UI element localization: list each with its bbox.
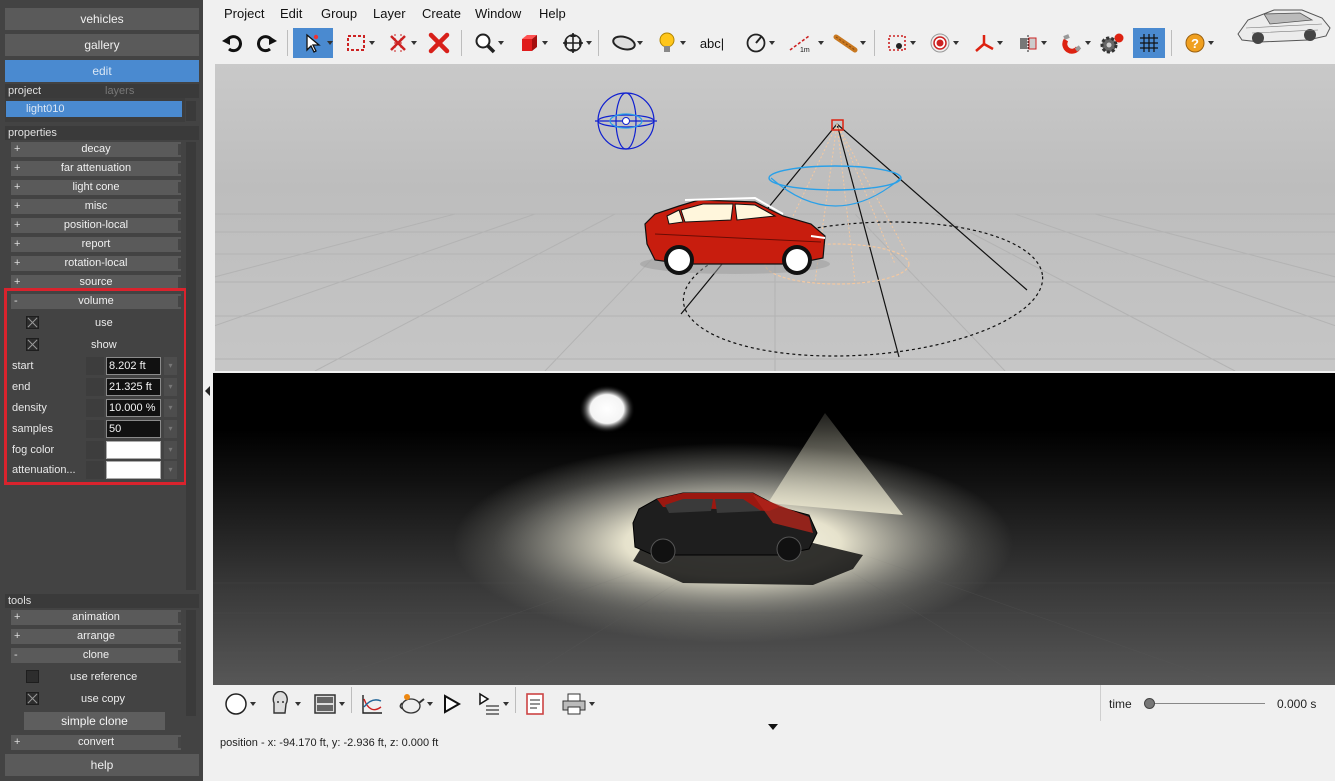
ruler-icon[interactable] xyxy=(826,28,866,58)
tab-layers[interactable]: layers xyxy=(105,84,134,98)
viewport-wireframe[interactable] xyxy=(215,64,1335,371)
svg-text:1m: 1m xyxy=(800,47,810,54)
select-arrow-icon[interactable] xyxy=(293,28,333,58)
layout-icon[interactable] xyxy=(305,689,345,719)
use-copy-label: use copy xyxy=(81,693,126,705)
menu-project[interactable]: Project xyxy=(224,6,264,21)
delete-icon[interactable] xyxy=(423,28,455,58)
toolbar: abc| 1m ? xyxy=(213,26,1335,62)
mirror-icon[interactable] xyxy=(1009,28,1047,58)
redo-icon[interactable] xyxy=(251,28,283,58)
use-copy-checkbox[interactable] xyxy=(26,692,39,705)
menu-create[interactable]: Create xyxy=(422,6,461,21)
magnet-icon[interactable] xyxy=(1053,28,1091,58)
move-icon[interactable] xyxy=(554,28,592,58)
ellipse-icon[interactable] xyxy=(605,28,643,58)
cube-icon[interactable] xyxy=(510,28,548,58)
properties-scrollbar[interactable] xyxy=(186,142,196,590)
group-misc[interactable]: + misc xyxy=(11,199,181,214)
measure-angle-icon[interactable] xyxy=(737,28,775,58)
head-model-icon[interactable] xyxy=(259,689,301,719)
time-slider-knob[interactable] xyxy=(1144,698,1155,709)
notes-icon[interactable] xyxy=(519,689,551,719)
simple-clone-button[interactable]: simple clone xyxy=(24,712,165,730)
group-position-local[interactable]: + position-local xyxy=(11,218,181,233)
target-icon[interactable] xyxy=(921,28,959,58)
zoom-icon[interactable] xyxy=(466,28,504,58)
time-label: time xyxy=(1109,697,1132,711)
camera-icon[interactable] xyxy=(878,28,916,58)
expand-arrow-icon[interactable] xyxy=(768,724,778,730)
unlink-icon[interactable] xyxy=(379,28,417,58)
use-reference-checkbox[interactable] xyxy=(26,670,39,683)
sphere-shape-icon[interactable] xyxy=(216,689,256,719)
grid-icon[interactable] xyxy=(1133,28,1165,58)
menu-edit[interactable]: Edit xyxy=(280,6,302,21)
time-value: 0.000 s xyxy=(1277,697,1317,711)
use-reference-label: use reference xyxy=(70,671,138,683)
tab-project[interactable]: project xyxy=(8,85,41,97)
tools-scrollbar[interactable] xyxy=(186,610,196,716)
group-report[interactable]: + report xyxy=(11,237,181,252)
menu-bar: Project Edit Group Layer Create Window H… xyxy=(213,0,1335,26)
project-tab-bar: project layers xyxy=(5,84,199,98)
text-icon[interactable]: abc| xyxy=(692,28,732,58)
left-panel: vehicles gallery edit project layers lig… xyxy=(0,0,203,781)
car-logo xyxy=(1230,2,1334,48)
volume-highlight-box xyxy=(4,288,187,485)
position-status: position - x: -94.170 ft, y: -2.936 ft, … xyxy=(220,737,439,749)
collapse-arrow-icon xyxy=(205,386,210,396)
light-bulb-icon[interactable] xyxy=(648,28,686,58)
group-clone[interactable]: - clone xyxy=(11,648,181,663)
tools-title: tools xyxy=(5,594,199,608)
properties-title: properties xyxy=(5,126,199,140)
group-arrange[interactable]: + arrange xyxy=(11,629,181,644)
axis-icon[interactable] xyxy=(965,28,1003,58)
tree-scrollbar[interactable] xyxy=(186,101,196,121)
measure-distance-icon[interactable]: 1m xyxy=(780,28,824,58)
teapot-icon[interactable] xyxy=(391,689,433,719)
edit-button[interactable]: edit xyxy=(5,60,199,82)
play-icon[interactable] xyxy=(435,689,467,719)
menu-help[interactable]: Help xyxy=(539,6,566,21)
viewport-render[interactable] xyxy=(213,373,1335,685)
group-light-cone[interactable]: + light cone xyxy=(11,180,181,195)
time-slider-track[interactable] xyxy=(1153,703,1265,704)
group-convert[interactable]: + convert xyxy=(11,735,181,750)
menu-window[interactable]: Window xyxy=(475,6,521,21)
vehicles-button[interactable]: vehicles xyxy=(5,8,199,30)
playlist-icon[interactable] xyxy=(469,689,509,719)
group-rotation-local[interactable]: + rotation-local xyxy=(11,256,181,271)
graph-icon[interactable] xyxy=(356,689,388,719)
menu-group[interactable]: Group xyxy=(321,6,357,21)
marquee-select-icon[interactable] xyxy=(337,28,375,58)
gallery-button[interactable]: gallery xyxy=(5,34,199,56)
svg-text:?: ? xyxy=(1191,36,1199,51)
print-icon[interactable] xyxy=(553,689,595,719)
bottom-bar: time 0.000 s position - x: -94.170 ft, y… xyxy=(213,685,1335,781)
menu-layer[interactable]: Layer xyxy=(373,6,406,21)
help-icon[interactable]: ? xyxy=(1176,28,1214,58)
help-button[interactable]: help xyxy=(5,754,199,776)
group-far-attenuation[interactable]: + far attenuation xyxy=(11,161,181,176)
car-model[interactable] xyxy=(640,196,830,275)
group-animation[interactable]: + animation xyxy=(11,610,181,625)
undo-icon[interactable] xyxy=(216,28,248,58)
tree-item-light010[interactable]: light010 xyxy=(6,101,182,117)
group-decay[interactable]: + decay xyxy=(11,142,181,157)
panel-collapse-handle[interactable] xyxy=(203,0,213,781)
settings-icon[interactable] xyxy=(1097,28,1129,58)
